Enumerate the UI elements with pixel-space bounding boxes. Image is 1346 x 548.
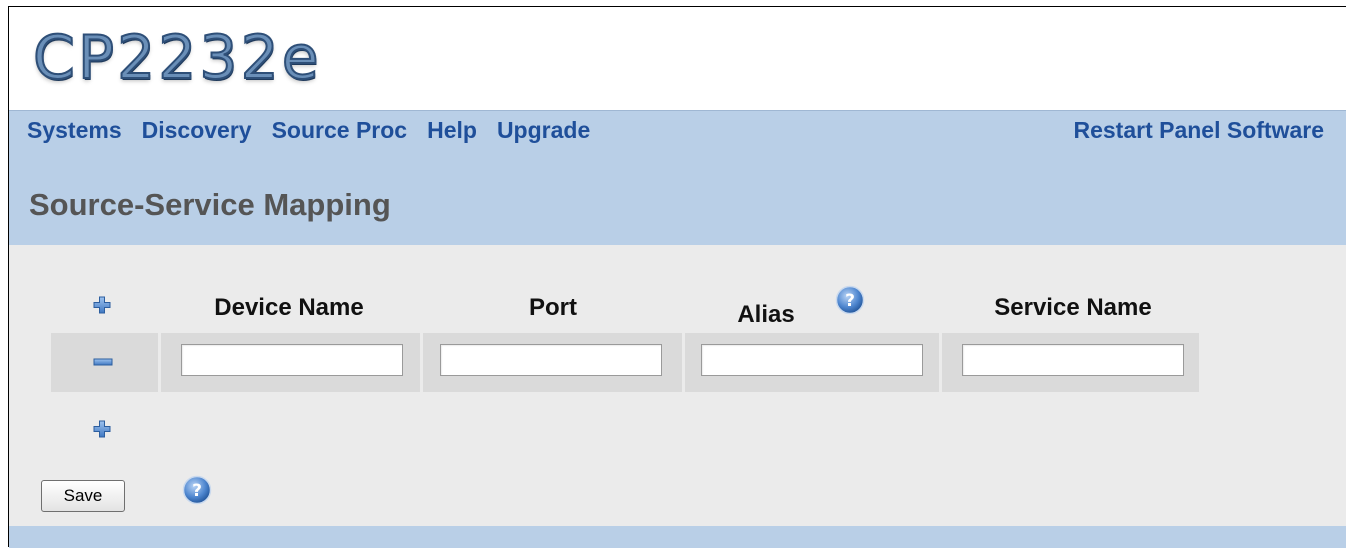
main-nav: Systems Discovery Source Proc Help Upgra…	[9, 110, 1346, 149]
alias-help-icon[interactable]: ?	[835, 285, 865, 315]
alias-field[interactable]	[701, 344, 923, 376]
svg-text:?: ?	[845, 291, 855, 311]
remove-row-icon[interactable]	[93, 357, 113, 367]
logo-text: CP2232e	[32, 22, 322, 94]
nav-item-upgrade[interactable]: Upgrade	[497, 117, 590, 144]
row-action-cell	[51, 333, 158, 392]
device-name-field[interactable]	[181, 344, 403, 376]
column-header-service-name: Service Name	[994, 294, 1152, 321]
save-button[interactable]: Save	[41, 480, 125, 512]
svg-text:?: ?	[192, 481, 202, 501]
nav-item-discovery[interactable]: Discovery	[142, 117, 252, 144]
nav-item-source-proc[interactable]: Source Proc	[272, 117, 408, 144]
page-header: Source-Service Mapping	[9, 148, 1346, 245]
cell-service-name	[942, 333, 1199, 392]
page-title: Source-Service Mapping	[29, 187, 391, 222]
nav-item-systems[interactable]: Systems	[27, 117, 122, 144]
restart-panel-link[interactable]: Restart Panel Software	[1073, 117, 1324, 144]
mapping-panel: Device Name Port Alias ? Service Name Sa…	[9, 245, 1346, 526]
nav-item-help[interactable]: Help	[427, 117, 477, 144]
add-row-top-icon[interactable]	[93, 296, 111, 314]
add-row-bottom-icon[interactable]	[93, 420, 111, 438]
logo: CP2232e	[32, 15, 322, 101]
column-header-alias: Alias	[737, 301, 795, 328]
cell-alias	[685, 333, 939, 392]
port-field[interactable]	[440, 344, 662, 376]
footer-bar	[9, 526, 1346, 548]
column-header-device-name: Device Name	[214, 294, 364, 321]
cell-device-name	[161, 333, 420, 392]
cell-port	[423, 333, 682, 392]
app-frame: CP2232e Systems Discovery Source Proc He…	[8, 6, 1346, 548]
service-name-field[interactable]	[962, 344, 1184, 376]
column-header-port: Port	[529, 294, 577, 321]
save-help-icon[interactable]: ?	[182, 475, 212, 505]
